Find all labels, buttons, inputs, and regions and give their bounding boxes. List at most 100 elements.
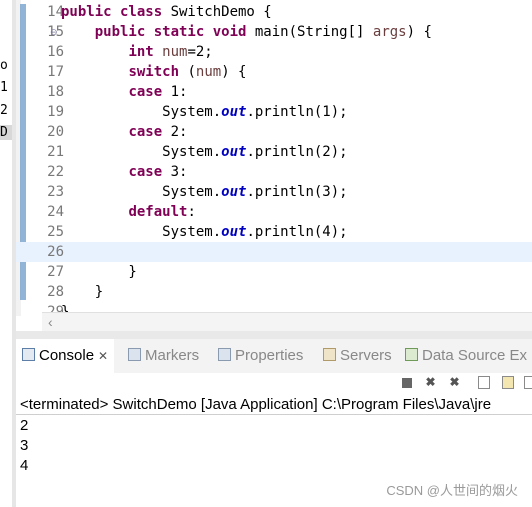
code-line[interactable]: 23 System.out.println(3); xyxy=(16,182,532,202)
code-token: num xyxy=(195,64,222,80)
code-line[interactable]: 27 } xyxy=(16,262,532,282)
line-number: 17 xyxy=(47,64,64,80)
code-text: case 1: xyxy=(61,82,187,102)
code-token: switch xyxy=(128,64,188,80)
terminate-icon[interactable] xyxy=(402,378,412,388)
code-token: ( xyxy=(187,64,196,80)
code-line[interactable]: 17 switch (num) { xyxy=(16,62,532,82)
left-view-strip: o 1 2 D xyxy=(0,0,12,507)
line-number: 28 xyxy=(47,284,64,300)
left-fragment-selected[interactable]: D xyxy=(0,125,12,140)
code-text: System.out.println(2); xyxy=(61,142,347,162)
code-token: System. xyxy=(61,144,222,160)
remove-all-terminated-icon[interactable]: ✖ xyxy=(448,376,461,389)
console-process-label: <terminated> SwitchDemo [Java Applicatio… xyxy=(16,395,532,415)
line-number: 16 xyxy=(47,44,64,60)
code-token: case xyxy=(128,124,171,140)
word-wrap-icon[interactable] xyxy=(524,376,532,389)
line-number: 25 xyxy=(47,224,64,240)
output-line: 2 xyxy=(20,417,29,434)
code-token: .println(3); xyxy=(246,184,348,200)
clear-console-icon[interactable] xyxy=(478,376,490,389)
code-line[interactable]: 14 public class SwitchDemo { xyxy=(16,2,532,22)
fold-toggle-icon[interactable]: ⊖ xyxy=(50,22,58,42)
code-token: args xyxy=(372,24,407,40)
code-text: public class SwitchDemo { xyxy=(61,2,272,22)
code-token: .println(1); xyxy=(246,104,348,120)
line-number: 15 xyxy=(47,24,64,40)
tab-label: Servers xyxy=(340,347,392,364)
code-token: main(String[] xyxy=(254,24,373,40)
code-token: public class xyxy=(61,4,171,20)
code-token: public static void xyxy=(94,24,255,40)
code-text: System.out.println(3); xyxy=(61,182,348,202)
output-line: 4 xyxy=(20,457,29,474)
line-number: 27 xyxy=(47,264,64,280)
horizontal-scrollbar[interactable]: ‹ xyxy=(42,312,532,331)
scroll-left-icon[interactable]: ‹ xyxy=(48,313,53,331)
markers-icon xyxy=(128,348,141,361)
remove-launch-icon[interactable]: ✖ xyxy=(424,376,437,389)
tab-markers[interactable]: Markers xyxy=(128,339,199,373)
watermark: CSDN @人世间的烟火 xyxy=(386,483,518,498)
code-line[interactable]: 21 System.out.println(2); xyxy=(16,142,532,162)
code-token: System. xyxy=(61,224,222,240)
code-line[interactable]: 15 ⊖ public static void main(String[] arg… xyxy=(16,22,532,42)
line-number: 19 xyxy=(47,104,64,120)
code-token: int xyxy=(128,44,163,60)
code-token: ) { xyxy=(221,64,247,80)
servers-icon xyxy=(323,348,336,361)
code-token: num xyxy=(162,44,188,60)
code-line[interactable]: 19 System.out.println(1); xyxy=(16,102,532,122)
code-line[interactable]: 20 case 2: xyxy=(16,122,532,142)
code-token: ) { xyxy=(406,24,432,40)
line-number: 18 xyxy=(47,84,64,100)
code-line[interactable]: 24 default: xyxy=(16,202,532,222)
bottom-panel-tabs: Console ✕ Markers Properties Servers Data… xyxy=(16,339,532,373)
code-token: out xyxy=(221,224,247,240)
line-number: 24 xyxy=(47,204,64,220)
code-text: } xyxy=(61,282,103,302)
code-line[interactable]: 18 case 1: xyxy=(16,82,532,102)
line-number: 21 xyxy=(47,144,64,160)
code-line[interactable]: 25 System.out.println(4); xyxy=(16,222,532,242)
tab-label: Data Source Ex xyxy=(422,347,528,364)
properties-icon xyxy=(218,348,231,361)
code-text: public static void main(String[] args) { xyxy=(61,22,432,42)
tab-servers[interactable]: Servers xyxy=(323,339,392,373)
code-text: case 2: xyxy=(61,122,187,142)
tab-label: Properties xyxy=(235,347,304,364)
close-icon[interactable]: ✕ xyxy=(98,349,108,363)
tab-label: Console xyxy=(39,347,95,364)
data-source-icon xyxy=(405,348,418,361)
code-text: default: xyxy=(61,202,196,222)
code-token: case xyxy=(128,84,171,100)
code-line[interactable]: 22 case 3: xyxy=(16,162,532,182)
code-token: SwitchDemo { xyxy=(170,4,272,20)
panel-separator[interactable] xyxy=(16,331,532,339)
left-fragment: o xyxy=(0,58,8,73)
tab-data-source-explorer[interactable]: Data Source Ex xyxy=(405,339,527,373)
code-line[interactable]: 28 } xyxy=(16,282,532,302)
code-text: switch (num) { xyxy=(61,62,246,82)
code-token: : xyxy=(187,204,196,220)
code-token: 3: xyxy=(170,164,188,180)
code-editor[interactable]: 14 public class SwitchDemo {15 ⊖ public st… xyxy=(16,0,532,316)
code-text: int num=2; xyxy=(61,42,212,62)
code-text: } xyxy=(61,262,136,282)
left-fragment: 2 xyxy=(0,103,8,118)
code-token: System. xyxy=(61,104,222,120)
code-line[interactable]: 16 int num=2; xyxy=(16,42,532,62)
scroll-lock-icon[interactable] xyxy=(502,376,514,389)
tab-properties[interactable]: Properties xyxy=(218,339,303,373)
line-number: 22 xyxy=(47,164,64,180)
console-icon xyxy=(22,348,35,361)
tab-console[interactable]: Console ✕ xyxy=(16,339,115,373)
code-line-current[interactable]: 26 xyxy=(16,242,532,262)
